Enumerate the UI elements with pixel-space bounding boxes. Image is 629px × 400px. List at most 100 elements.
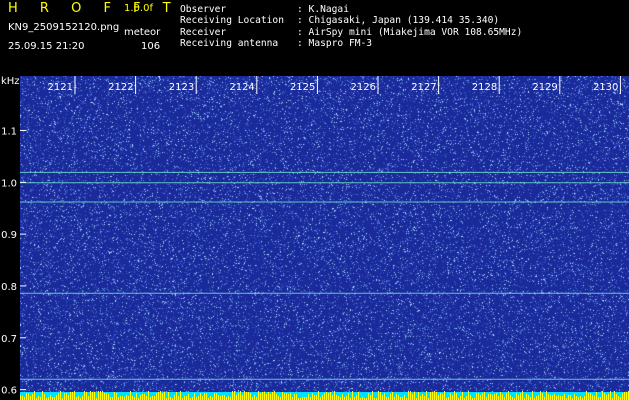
footer-bar	[266, 394, 267, 400]
spectrogram-plot: 1.1 1.0 0.9 0.8 0.7 0.6 2121 2122 2123 2124 2125 2…	[1, 76, 629, 400]
footer-bar	[408, 391, 409, 400]
footer-bar	[596, 392, 597, 400]
footer-bar	[106, 393, 107, 400]
footer-bar	[84, 391, 85, 400]
footer-bar	[94, 392, 95, 400]
footer-bar	[206, 393, 207, 400]
footer-bar	[132, 396, 133, 400]
footer-bar	[274, 391, 275, 400]
footer-bar	[334, 391, 335, 400]
footer-bar	[602, 391, 603, 400]
footer-bar	[410, 391, 411, 400]
footer-bar	[296, 394, 297, 400]
footer-bar	[358, 392, 359, 400]
x-tick-label: 2129	[532, 82, 557, 93]
footer-bar	[332, 395, 333, 400]
footer-bar	[418, 392, 419, 400]
footer-bar	[398, 395, 399, 400]
footer-bar	[236, 395, 237, 400]
footer-bar	[430, 392, 431, 400]
footer-bar	[254, 395, 255, 400]
footer-bar	[468, 391, 469, 400]
footer-bar	[294, 394, 295, 400]
footer-bar	[470, 395, 471, 400]
footer-bar	[140, 395, 141, 400]
footer-bar	[404, 395, 405, 400]
footer-bar	[314, 395, 315, 400]
footer-bar	[532, 391, 533, 400]
footer-bar	[156, 393, 157, 400]
footer-bar	[432, 392, 433, 400]
footer-bar	[82, 396, 83, 400]
footer-bar	[436, 392, 437, 400]
footer-bar	[368, 393, 369, 400]
footer-bar	[220, 396, 221, 400]
footer-bar	[232, 391, 233, 400]
footer-bar	[348, 393, 349, 400]
footer-bar	[214, 393, 215, 400]
x-tick-label: 2124	[229, 82, 254, 93]
footer-bar	[168, 392, 169, 400]
footer-bar	[72, 392, 73, 400]
footer-bar	[330, 392, 331, 400]
x-tick-label: 2122	[108, 82, 133, 93]
footer-bar	[146, 396, 147, 400]
footer-bar	[248, 392, 249, 400]
footer-bar	[570, 395, 571, 400]
x-tick-label: 2127	[411, 82, 436, 93]
footer-bar	[86, 392, 87, 400]
footer-bar	[466, 396, 467, 400]
footer-bar	[278, 396, 279, 400]
footer-bar	[328, 393, 329, 400]
footer-bar	[480, 395, 481, 400]
footer-bar	[70, 392, 71, 400]
footer-bar	[20, 395, 21, 400]
footer-bar	[356, 395, 357, 400]
footer-bar	[68, 395, 69, 400]
footer-bar	[104, 393, 105, 400]
footer-bar	[372, 391, 373, 400]
footer-bar	[584, 396, 585, 400]
footer-bar	[626, 392, 627, 400]
x-tick-label: 2128	[472, 82, 497, 93]
footer-bar	[210, 396, 211, 400]
footer-bar	[518, 395, 519, 400]
footer-bar	[162, 393, 163, 400]
footer-bar	[414, 392, 415, 400]
footer-bar	[564, 394, 565, 400]
footer-bar	[44, 394, 45, 400]
footer-bar	[180, 391, 181, 400]
footer-bar	[338, 396, 339, 400]
footer-bar	[444, 391, 445, 400]
footer-bar	[262, 392, 263, 400]
footer-bar	[482, 393, 483, 400]
footer-bar	[498, 396, 499, 400]
footer-bar	[438, 395, 439, 400]
footer-bar	[484, 392, 485, 400]
footer-bar	[288, 394, 289, 400]
footer-bar	[56, 395, 57, 400]
footer-bar	[322, 395, 323, 400]
footer-bar	[174, 395, 175, 400]
footer-bar	[540, 391, 541, 400]
footer-bar	[142, 394, 143, 400]
footer-bar	[284, 393, 285, 400]
footer-bar	[98, 391, 99, 400]
footer-bar	[238, 393, 239, 400]
footer-bar	[496, 393, 497, 400]
footer-bar	[286, 393, 287, 400]
footer-bar	[268, 392, 269, 400]
footer-bar	[548, 394, 549, 400]
footer-bar	[324, 393, 325, 400]
y-unit-label: kHz	[1, 76, 20, 87]
footer-bar	[258, 391, 259, 400]
footer-bar	[200, 393, 201, 400]
footer-bar	[158, 392, 159, 400]
footer-bar	[616, 394, 617, 400]
footer-bar	[420, 396, 421, 400]
footer-bar	[560, 396, 561, 400]
footer-bar	[554, 394, 555, 400]
footer-bar	[228, 396, 229, 400]
footer-bar	[202, 396, 203, 400]
footer-bar	[342, 394, 343, 400]
